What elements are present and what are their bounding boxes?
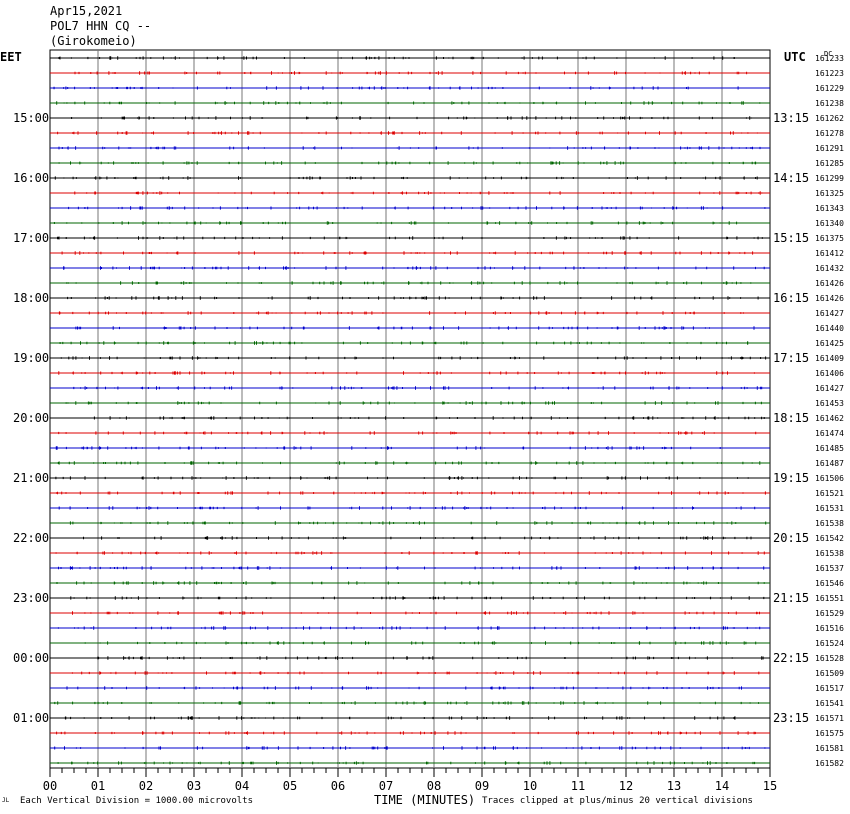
left-hour-label: 23:00 <box>13 591 49 605</box>
plot-frame <box>49 49 771 769</box>
right-hour-label: 17:15 <box>773 351 809 365</box>
x-tick-label: 13 <box>667 779 681 793</box>
dc-offset-label: 161542 <box>815 534 844 543</box>
x-tick-label: 02 <box>139 779 153 793</box>
right-hour-label: 18:15 <box>773 411 809 425</box>
dc-offset-label: 161571 <box>815 714 844 723</box>
dc-offset-label: 161233 <box>815 54 844 63</box>
left-hour-label: 15:00 <box>13 111 49 125</box>
dc-offset-label: 161524 <box>815 639 844 648</box>
dc-offset-label: 161551 <box>815 594 844 603</box>
left-hour-label: 00:00 <box>13 651 49 665</box>
dc-offset-label: 161340 <box>815 219 844 228</box>
dc-offset-label: 161238 <box>815 99 844 108</box>
dc-offset-label: 161582 <box>815 759 844 768</box>
dc-offset-label: 161427 <box>815 309 844 318</box>
x-tick-label: 04 <box>235 779 249 793</box>
dc-offset-label: 161462 <box>815 414 844 423</box>
dc-offset-label: 161278 <box>815 129 844 138</box>
right-hour-label: 13:15 <box>773 111 809 125</box>
x-tick-label: 01 <box>91 779 105 793</box>
dc-offset-label: 161343 <box>815 204 844 213</box>
right-hour-label: 23:15 <box>773 711 809 725</box>
dc-offset-label: 161325 <box>815 189 844 198</box>
left-hour-label: 19:00 <box>13 351 49 365</box>
dc-offset-label: 161538 <box>815 519 844 528</box>
dc-offset-label: 161575 <box>815 729 844 738</box>
x-tick-label: 00 <box>43 779 57 793</box>
x-tick-label: 05 <box>283 779 297 793</box>
dc-offset-label: 161299 <box>815 174 844 183</box>
x-tick-label: 15 <box>763 779 777 793</box>
x-tick-label: 14 <box>715 779 729 793</box>
dc-offset-label: 161537 <box>815 564 844 573</box>
left-hour-label: 17:00 <box>13 231 49 245</box>
dc-offset-label: 161223 <box>815 69 844 78</box>
x-tick-label: 11 <box>571 779 585 793</box>
dc-offset-label: 161453 <box>815 399 844 408</box>
left-hour-label: 18:00 <box>13 291 49 305</box>
dc-offset-label: 161375 <box>815 234 844 243</box>
x-tick-label: 07 <box>379 779 393 793</box>
left-hour-label: 21:00 <box>13 471 49 485</box>
right-hour-label: 21:15 <box>773 591 809 605</box>
dc-offset-label: 161409 <box>815 354 844 363</box>
dc-offset-label: 161541 <box>815 699 844 708</box>
dc-offset-label: 161516 <box>815 624 844 633</box>
right-hour-label: 19:15 <box>773 471 809 485</box>
dc-offset-label: 161285 <box>815 159 844 168</box>
dc-offset-label: 161412 <box>815 249 844 258</box>
dc-offset-label: 161531 <box>815 504 844 513</box>
dc-offset-label: 161432 <box>815 264 844 273</box>
left-hour-label: 20:00 <box>13 411 49 425</box>
dc-offset-label: 161509 <box>815 669 844 678</box>
right-hour-label: 15:15 <box>773 231 809 245</box>
dc-offset-label: 161406 <box>815 369 844 378</box>
dc-offset-label: 161440 <box>815 324 844 333</box>
dc-offset-label: 161506 <box>815 474 844 483</box>
dc-offset-label: 161426 <box>815 279 844 288</box>
dc-offset-label: 161529 <box>815 609 844 618</box>
right-hour-label: 14:15 <box>773 171 809 185</box>
x-tick-label: 03 <box>187 779 201 793</box>
right-hour-label: 16:15 <box>773 291 809 305</box>
corner-mark: JL <box>2 797 10 804</box>
dc-offset-label: 161546 <box>815 579 844 588</box>
scale-note: Each Vertical Division = 1000.00 microvo… <box>20 796 253 806</box>
x-tick-label: 09 <box>475 779 489 793</box>
left-hour-label: 22:00 <box>13 531 49 545</box>
dc-offset-label: 161581 <box>815 744 844 753</box>
dc-offset-label: 161517 <box>815 684 844 693</box>
dc-offset-label: 161528 <box>815 654 844 663</box>
dc-offset-label: 161427 <box>815 384 844 393</box>
dc-offset-label: 161291 <box>815 144 844 153</box>
x-tick-label: 10 <box>523 779 537 793</box>
dc-offset-label: 161485 <box>815 444 844 453</box>
left-hour-label: 01:00 <box>13 711 49 725</box>
right-hour-label: 20:15 <box>773 531 809 545</box>
x-tick-label: 06 <box>331 779 345 793</box>
x-tick-label: 08 <box>427 779 441 793</box>
dc-offset-label: 161262 <box>815 114 844 123</box>
dc-offset-label: 161538 <box>815 549 844 558</box>
dc-offset-label: 161229 <box>815 84 844 93</box>
x-axis-title: TIME (MINUTES) <box>374 793 476 807</box>
dc-offset-label: 161474 <box>815 429 844 438</box>
dc-offset-label: 161426 <box>815 294 844 303</box>
dc-offset-label: 161521 <box>815 489 844 498</box>
right-hour-label: 22:15 <box>773 651 809 665</box>
dc-offset-label: 161487 <box>815 459 844 468</box>
clip-note: Traces clipped at plus/minus 20 vertical… <box>482 796 753 806</box>
x-tick-label: 12 <box>619 779 633 793</box>
left-hour-label: 16:00 <box>13 171 49 185</box>
helicorder-plot: 161233 161223 161229 161238 161262 161278 1612… <box>13 49 844 793</box>
dc-offset-label: 161425 <box>815 339 844 348</box>
